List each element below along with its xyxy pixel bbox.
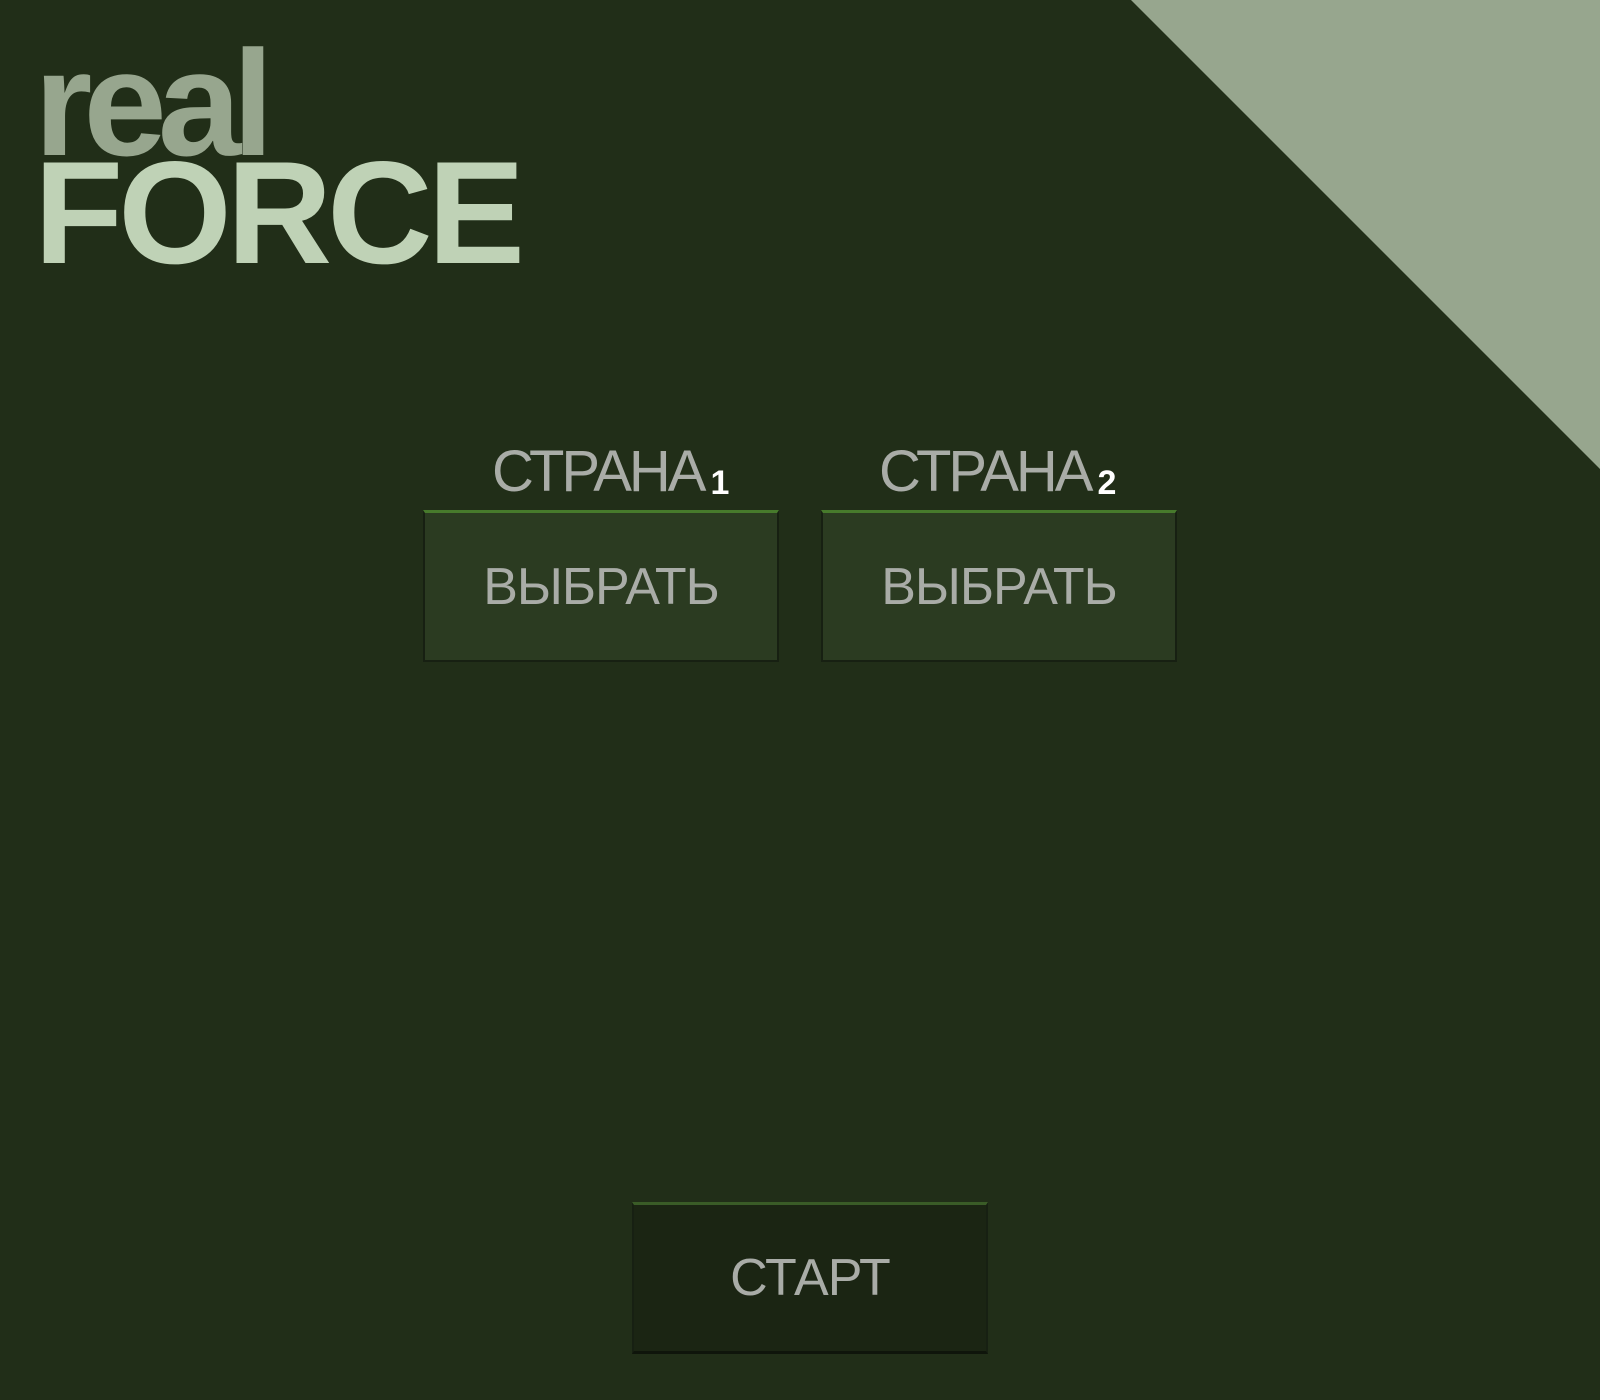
country-2-label-text: СТРАНА [879, 439, 1093, 504]
country-2-label: СТРАНА 2 [879, 443, 1116, 501]
main-menu-screen: real FORCE СТРАНА 1 ВЫБРАТЬ СТРАНА 2 ВЫБРА… [0, 0, 1600, 1400]
country-2-number: 2 [1097, 464, 1117, 502]
corner-triangle [1131, 0, 1600, 469]
logo-text-force: FORCE [34, 131, 525, 294]
start-button-label: СТАРТ [730, 1249, 891, 1307]
select-country-2-button[interactable]: ВЫБРАТЬ [821, 510, 1177, 662]
country-1-label-text: СТРАНА [492, 439, 706, 504]
country-1-label: СТРАНА 1 [492, 443, 729, 501]
select-country-2-button-label: ВЫБРАТЬ [881, 557, 1118, 616]
select-country-1-button[interactable]: ВЫБРАТЬ [423, 510, 779, 662]
start-button[interactable]: СТАРТ [632, 1202, 988, 1354]
country-1-number: 1 [710, 464, 730, 502]
select-country-1-button-label: ВЫБРАТЬ [483, 557, 720, 616]
